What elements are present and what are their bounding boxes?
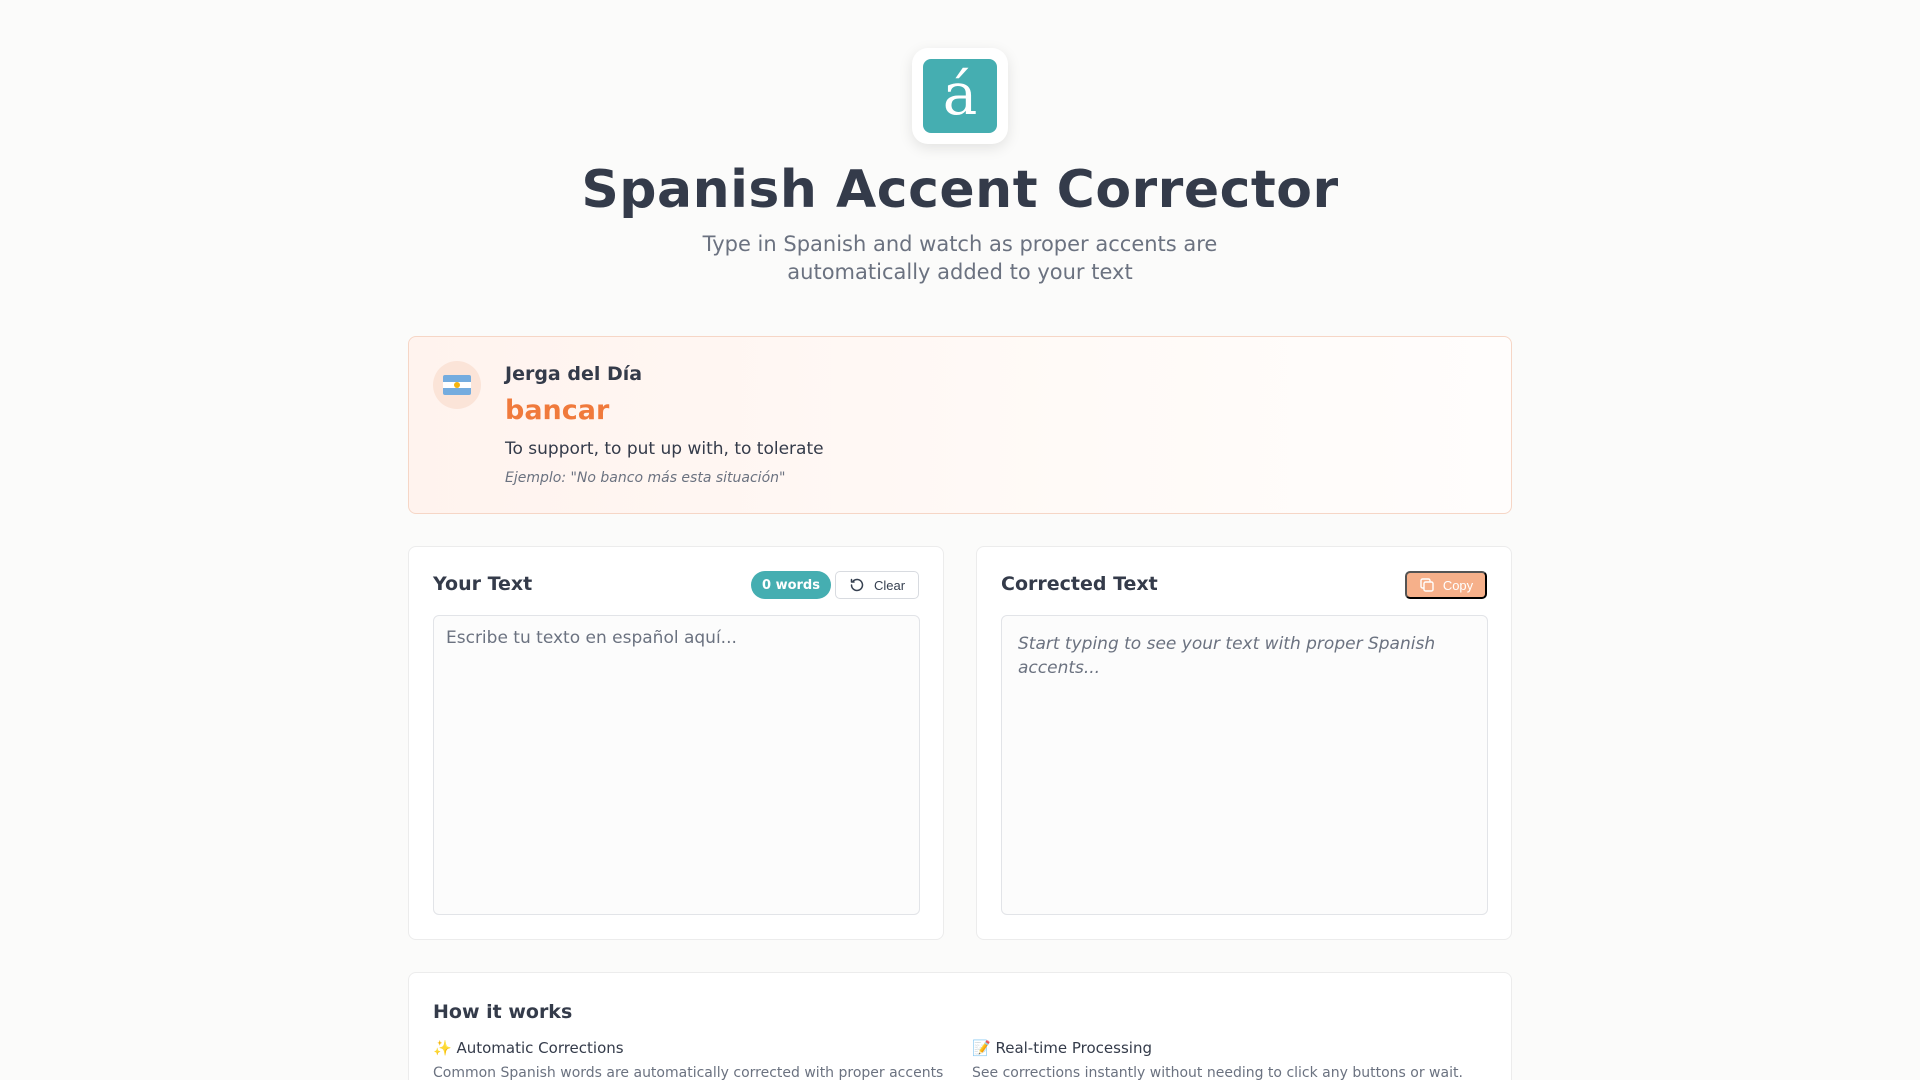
output-panel: Corrected Text Copy Start typing to see … — [976, 546, 1512, 940]
input-panel: Your Text 0 words Clear — [408, 546, 944, 940]
how-it-works-card: How it works ✨ Automatic Corrections Com… — [408, 972, 1512, 1080]
page-title: Spanish Accent Corrector — [581, 160, 1339, 220]
copy-button[interactable]: Copy — [1405, 571, 1487, 599]
reset-icon — [850, 578, 864, 592]
input-panel-title: Your Text — [433, 573, 533, 595]
clear-button[interactable]: Clear — [835, 571, 919, 599]
flag-badge — [433, 361, 481, 409]
clear-button-label: Clear — [873, 577, 906, 593]
corrected-text-output: Start typing to see your text with prope… — [1001, 615, 1488, 915]
output-panel-title: Corrected Text — [1001, 573, 1158, 595]
slang-of-the-day-card: Jerga del Día bancar To support, to put … — [408, 336, 1512, 514]
feature-automatic-corrections-title: ✨ Automatic Corrections — [433, 1039, 624, 1057]
page: á Spanish Accent Corrector Type in Spani… — [0, 0, 1920, 1080]
copy-icon — [1420, 578, 1434, 592]
feature-realtime-processing-description: See corrections instantly without needin… — [972, 1065, 1463, 1080]
accent-a-icon: á — [923, 59, 997, 133]
copy-button-label: Copy — [1442, 577, 1474, 593]
slang-example: Ejemplo: "No banco más esta situación" — [505, 470, 786, 486]
sparkles-icon: ✨ — [433, 1039, 452, 1057]
page-subtitle: Type in Spanish and watch as proper acce… — [702, 232, 1218, 284]
feature-realtime-processing-title: 📝 Real-time Processing — [972, 1039, 1152, 1057]
word-count-badge: 0 words — [751, 571, 831, 599]
slang-word: bancar — [505, 395, 610, 426]
output-placeholder: Start typing to see your text with prope… — [1018, 634, 1436, 678]
spanish-text-input[interactable] — [433, 615, 920, 915]
how-it-works-title: How it works — [433, 1001, 573, 1023]
slang-definition: To support, to put up with, to tolerate — [505, 439, 824, 459]
app-logo: á — [912, 48, 1008, 144]
memo-icon: 📝 — [972, 1039, 991, 1057]
argentina-flag-icon — [443, 375, 471, 395]
slang-label: Jerga del Día — [505, 363, 643, 385]
feature-automatic-corrections-description: Common Spanish words are automatically c… — [433, 1065, 944, 1080]
